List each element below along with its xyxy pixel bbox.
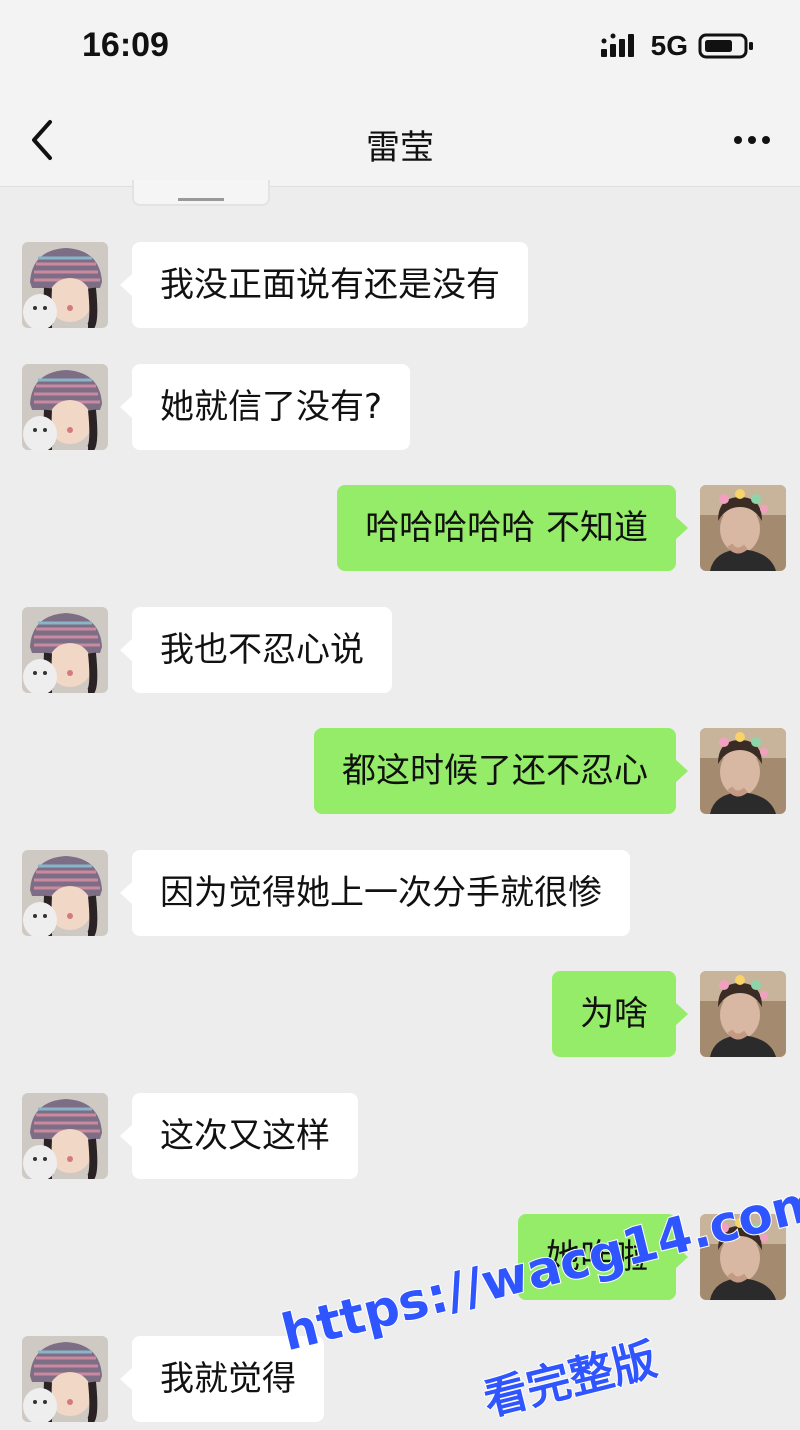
incoming-message: 这次又这样: [0, 1092, 800, 1181]
message-bubble[interactable]: 因为觉得她上一次分手就很惨: [120, 849, 630, 936]
message-bubble[interactable]: 她就信了没有?: [119, 363, 411, 450]
chat-screen: 16:09 5G 雷莹 我没正面说有还是没有 她就信了没有? 哈哈哈哈哈 不知道…: [0, 0, 800, 1430]
incoming-message: 我没正面说有还是没有: [0, 242, 800, 330]
message-list: 我没正面说有还是没有 她就信了没有? 哈哈哈哈哈 不知道我也不忍心说都这时候了还不忍…: [0, 0, 800, 1430]
message-bubble[interactable]: 她咋啦: [518, 1214, 688, 1300]
outgoing-message: 她咋啦: [0, 1214, 800, 1302]
message-bubble[interactable]: 都这时候了还不忍心: [314, 728, 688, 814]
incoming-message: 我也不忍心说: [0, 606, 800, 695]
message-bubble[interactable]: 我就觉得: [120, 1335, 324, 1422]
my-avatar[interactable]: [700, 1214, 786, 1300]
message-bubble[interactable]: 我没正面说有还是没有: [120, 242, 528, 328]
outgoing-message: 为啥: [0, 971, 800, 1059]
contact-avatar[interactable]: [22, 1335, 108, 1422]
incoming-message: 因为觉得她上一次分手就很惨: [0, 849, 800, 938]
outgoing-message: 都这时候了还不忍心: [0, 728, 800, 816]
incoming-message: 她就信了没有?: [0, 363, 800, 452]
message-bubble[interactable]: 这次又这样: [120, 1092, 358, 1179]
contact-avatar[interactable]: [22, 849, 108, 936]
contact-avatar[interactable]: [22, 606, 108, 693]
message-bubble[interactable]: 哈哈哈哈哈 不知道: [337, 485, 688, 571]
contact-avatar[interactable]: [22, 363, 108, 450]
contact-avatar[interactable]: [22, 242, 108, 328]
message-bubble[interactable]: 为啥: [552, 971, 688, 1057]
incoming-message: 我就觉得: [0, 1335, 800, 1424]
contact-avatar[interactable]: [22, 1092, 108, 1179]
my-avatar[interactable]: [700, 728, 786, 814]
outgoing-message: 哈哈哈哈哈 不知道: [0, 485, 800, 573]
my-avatar[interactable]: [700, 485, 786, 571]
my-avatar[interactable]: [700, 971, 786, 1057]
message-bubble[interactable]: 我也不忍心说: [120, 606, 392, 693]
